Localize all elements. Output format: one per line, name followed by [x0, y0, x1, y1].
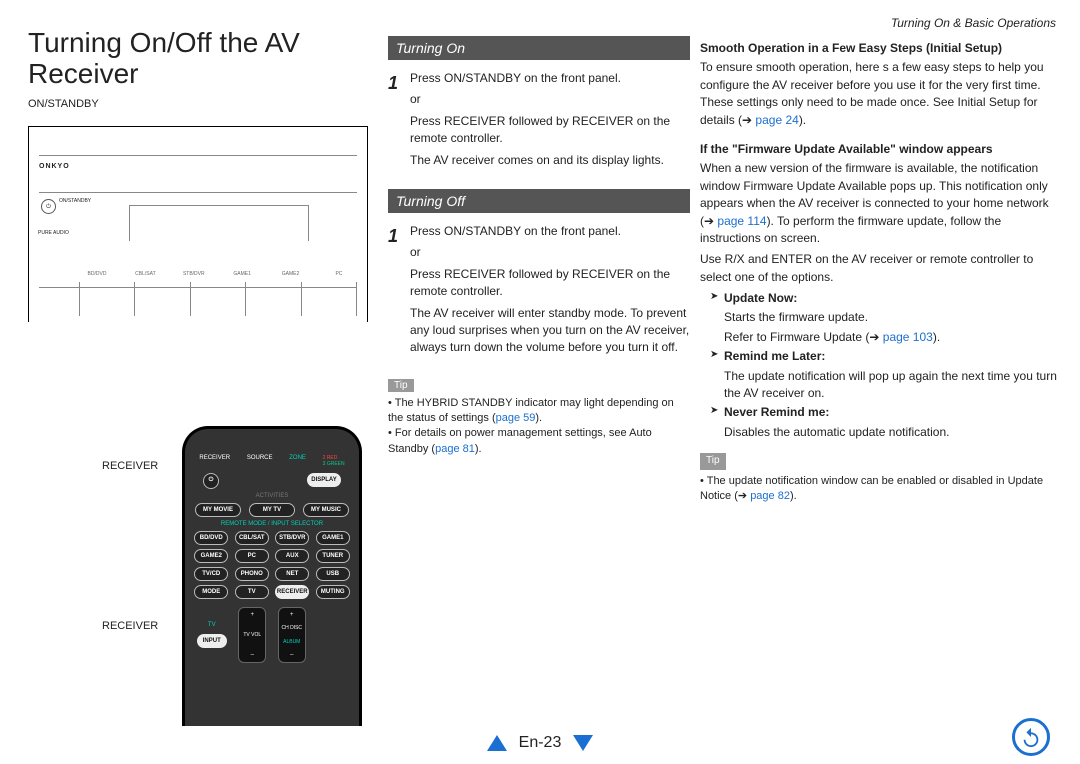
- tip-text-1: • The HYBRID STANDBY indicator may light…: [388, 396, 690, 427]
- firmware-body-1: When a new version of the firmware is av…: [700, 160, 1060, 247]
- option-update-now: Update Now:: [724, 291, 797, 305]
- remote-aux: AUX: [275, 549, 309, 563]
- link-page-114[interactable]: page 114: [717, 214, 766, 228]
- remote-label-receiver: RECEIVER: [102, 460, 158, 472]
- input-labels: BD/DVD CBL/SAT STB/DVR GAME1 GAME2 PC: [79, 271, 357, 277]
- turning-on-step-a: Press ON/STANDBY on the front panel.: [410, 70, 690, 87]
- bullet-arrow-icon: ➤: [710, 348, 718, 365]
- remote-game2: GAME2: [194, 549, 228, 563]
- right-column: Smooth Operation in a Few Easy Steps (In…: [700, 40, 1060, 504]
- brand-text: ONKYO: [39, 163, 70, 170]
- remind-later-line: The update notification will pop up agai…: [724, 368, 1060, 403]
- onstandby-label: ON/STANDBY: [28, 98, 368, 110]
- remote-bddvd: BD/DVD: [194, 531, 228, 545]
- remote-mode: MODE: [194, 585, 228, 599]
- remote-diagram: RECEIVER RECEIVER RECEIVER SOURCE ZONE 2…: [102, 426, 366, 726]
- remote-game1: GAME1: [316, 531, 350, 545]
- turning-on-step-c: The AV receiver comes on and its display…: [410, 152, 690, 169]
- remote-display-button: DISPLAY: [307, 473, 341, 487]
- link-page-103[interactable]: page 103: [883, 330, 933, 344]
- remote-tvcd: TV/CD: [194, 567, 228, 581]
- remote-input-selector-label: REMOTE MODE / INPUT SELECTOR: [185, 521, 359, 527]
- front-panel-diagram: ON/STANDBY ONKYO ⏻ ON/STANDBY PURE AUDIO…: [28, 98, 368, 322]
- link-page-59[interactable]: page 59: [496, 412, 536, 424]
- turning-off-or: or: [410, 244, 690, 261]
- step-number: 1: [388, 70, 402, 173]
- remote-phono: PHONO: [235, 567, 269, 581]
- remote-pc: PC: [235, 549, 269, 563]
- onstandby-button-icon: ⏻: [41, 199, 56, 214]
- step-number: 1: [388, 223, 402, 361]
- tip-text-2: • For details on power management settin…: [388, 426, 690, 457]
- remote-ch-rocker: + CH DISC ALBUM –: [278, 607, 306, 663]
- remote-activities-label: ACTIVITIES: [185, 493, 359, 499]
- turning-on-or: or: [410, 91, 690, 108]
- prev-page-arrow-icon[interactable]: [487, 735, 507, 751]
- page-number: En-23: [519, 734, 562, 752]
- remote-tv: TV: [235, 585, 269, 599]
- remote-onstandby-icon: ⏻: [203, 473, 219, 489]
- link-page-81[interactable]: page 81: [435, 443, 475, 455]
- turning-off-step-c: The AV receiver will enter standby mode.…: [410, 305, 690, 357]
- option-never-remind: Never Remind me:: [724, 405, 829, 419]
- remote-top-source: SOURCE: [247, 455, 273, 467]
- never-remind-line: Disables the automatic update notificati…: [724, 424, 1060, 441]
- turning-off-step-a: Press ON/STANDBY on the front panel.: [410, 223, 690, 240]
- option-remind-later: Remind me Later:: [724, 349, 825, 363]
- page-footer: En-23: [0, 734, 1080, 752]
- turning-off-step-b: Press RECEIVER followed by RECEIVER on t…: [410, 266, 690, 301]
- tip-label-2: Tip: [700, 453, 726, 470]
- onstandby-button-label: ON/STANDBY: [59, 198, 91, 204]
- front-panel: ONKYO ⏻ ON/STANDBY PURE AUDIO BD/DVD CBL…: [28, 126, 368, 322]
- link-page-82[interactable]: page 82: [750, 490, 790, 502]
- heading-firmware-update: If the "Firmware Update Available" windo…: [700, 141, 1060, 158]
- page-title: Turning On/Off the AV Receiver: [28, 28, 358, 90]
- remote-cblsat: CBL/SAT: [235, 531, 269, 545]
- remote-net: NET: [275, 567, 309, 581]
- remote-vol-rocker: + TV VOL –: [238, 607, 266, 663]
- remote-receiver: RECEIVER: [275, 585, 309, 599]
- remote-stbdvr: STB/DVR: [275, 531, 309, 545]
- link-page-24[interactable]: page 24: [755, 113, 798, 127]
- next-page-arrow-icon[interactable]: [573, 735, 593, 751]
- turning-on-step-b: Press RECEIVER followed by RECEIVER on t…: [410, 113, 690, 148]
- tip2-text: • The update notification window can be …: [700, 474, 1060, 505]
- heading-turning-on: Turning On: [388, 36, 690, 60]
- back-button[interactable]: [1012, 718, 1050, 756]
- remote-mymovie: MY MOVIE: [195, 503, 241, 517]
- bullet-arrow-icon: ➤: [710, 404, 718, 421]
- breadcrumb: Turning On & Basic Operations: [891, 16, 1056, 30]
- firmware-body-2: Use R/X and ENTER on the AV receiver or …: [700, 251, 1060, 286]
- heading-turning-off: Turning Off: [388, 189, 690, 213]
- remote-muting: MUTING: [316, 585, 350, 599]
- remote-top-zone-legend: 2 RED3 GREEN: [323, 455, 345, 467]
- remote-label-receiver-2: RECEIVER: [102, 620, 158, 632]
- remote-mymusic: MY MUSIC: [303, 503, 349, 517]
- update-now-line1: Starts the firmware update.: [724, 309, 1060, 326]
- display-slot: [129, 205, 309, 241]
- undo-icon: [1020, 726, 1042, 748]
- remote-mytv: MY TV: [249, 503, 295, 517]
- remote-input-button: INPUT: [197, 634, 227, 648]
- tip-label: Tip: [388, 379, 414, 392]
- remote-top-receiver: RECEIVER: [199, 455, 230, 467]
- remote-body: RECEIVER SOURCE ZONE 2 RED3 GREEN ⏻ DISP…: [182, 426, 362, 726]
- smooth-body: To ensure smooth operation, here s a few…: [700, 59, 1060, 129]
- remote-tuner: TUNER: [316, 549, 350, 563]
- middle-column: Turning On 1 Press ON/STANDBY on the fro…: [388, 36, 690, 457]
- remote-top-zone: ZONE: [289, 455, 306, 467]
- pure-audio-label: PURE AUDIO: [38, 230, 69, 236]
- heading-smooth-operation: Smooth Operation in a Few Easy Steps (In…: [700, 40, 1060, 57]
- update-now-line2: Refer to Firmware Update (➔ page 103).: [724, 329, 1060, 346]
- remote-usb: USB: [316, 567, 350, 581]
- remote-tv-label: TV: [208, 622, 216, 628]
- bullet-arrow-icon: ➤: [710, 290, 718, 307]
